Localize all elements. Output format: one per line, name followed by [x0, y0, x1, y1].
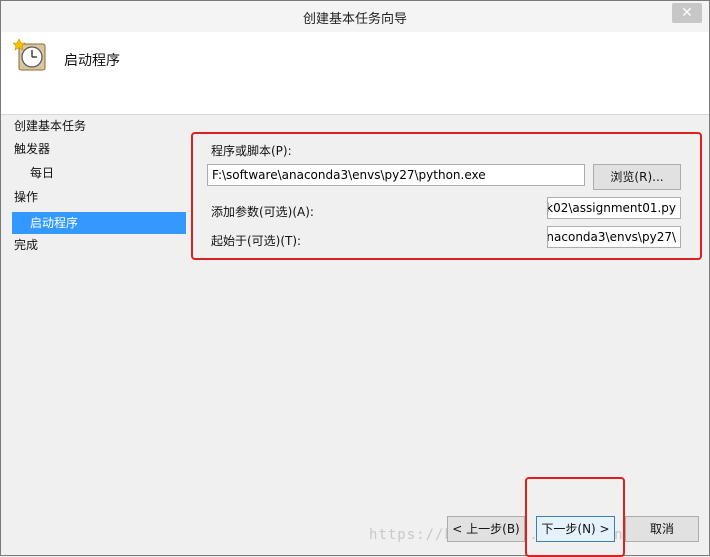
browse-button[interactable]: 浏览(R)... [593, 164, 681, 190]
nav-item-create-basic-task[interactable]: 创建基本任务 [14, 115, 86, 137]
window-title: 创建基本任务向导 [302, 12, 407, 27]
nav-item-start-program[interactable]: 启动程序 [12, 212, 186, 234]
header-divider [1, 114, 709, 115]
start-in-label: 起始于(可选)(T): [211, 234, 302, 248]
title-bar[interactable]: 创建基本任务向导 ✕ [1, 1, 709, 33]
close-icon: ✕ [681, 5, 693, 21]
nav-item-finish[interactable]: 完成 [14, 234, 38, 256]
arguments-value: rk02\assignment01.py [547, 201, 676, 215]
wizard-window: 创建基本任务向导 ✕ 启动程序 创建基本任务 触发器 每日 操作 启动程序 完成… [0, 0, 710, 557]
nav-item-daily[interactable]: 每日 [30, 162, 54, 184]
arguments-input[interactable]: rk02\assignment01.py [547, 197, 681, 219]
cancel-button[interactable]: 取消 [625, 516, 699, 542]
start-in-value: anaconda3\envs\py27\ [547, 230, 676, 244]
task-clock-icon [13, 38, 46, 71]
program-path-value: F:\software\anaconda3\envs\py27\python.e… [212, 168, 486, 182]
program-path-input[interactable]: F:\software\anaconda3\envs\py27\python.e… [207, 164, 585, 186]
nav-item-action[interactable]: 操作 [14, 186, 38, 208]
start-in-input[interactable]: anaconda3\envs\py27\ [547, 226, 681, 248]
arguments-label: 添加参数(可选)(A): [211, 205, 314, 219]
next-button[interactable]: 下一步(N) > [536, 516, 615, 542]
program-label: 程序或脚本(P): [211, 144, 292, 158]
page-title: 启动程序 [64, 53, 120, 69]
close-button[interactable]: ✕ [672, 3, 702, 23]
wizard-header: 启动程序 [1, 32, 709, 114]
nav-item-trigger[interactable]: 触发器 [14, 138, 50, 160]
back-button[interactable]: < 上一步(B) [447, 516, 525, 542]
